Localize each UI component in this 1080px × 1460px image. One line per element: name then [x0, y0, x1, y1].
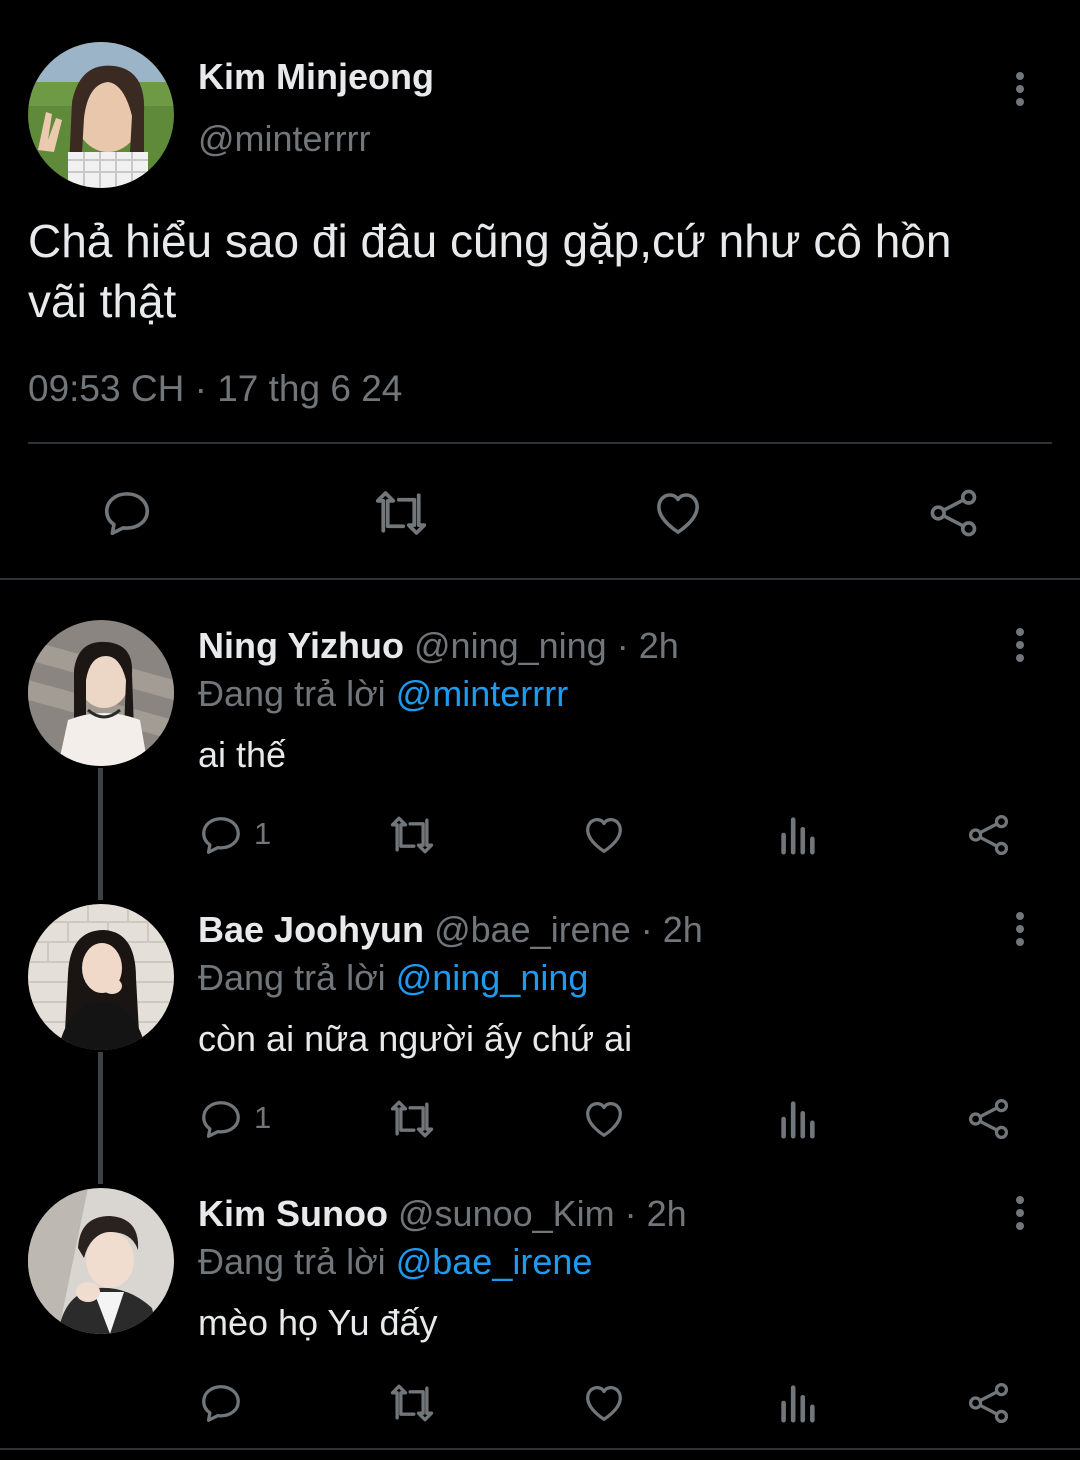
- retweet-icon[interactable]: [386, 812, 438, 858]
- heart-icon[interactable]: [580, 812, 628, 858]
- section-divider: [0, 578, 1080, 580]
- retweet-icon[interactable]: [370, 486, 432, 540]
- reply-count: 1: [254, 816, 272, 851]
- reply-author-handle[interactable]: @bae_irene: [434, 909, 631, 950]
- reply-author-handle[interactable]: @sunoo_Kim: [398, 1193, 615, 1234]
- thread-line: [98, 1052, 103, 1184]
- views-icon[interactable]: [776, 812, 818, 858]
- avatar[interactable]: [28, 1188, 174, 1334]
- reply-text: mèo họ Yu đấy: [198, 1302, 438, 1343]
- reply-author-handle[interactable]: @ning_ning: [414, 625, 607, 666]
- avatar[interactable]: [28, 620, 174, 766]
- reply-header: Kim Sunoo @sunoo_Kim · 2h: [198, 1193, 687, 1235]
- bottom-divider: [0, 1448, 1080, 1450]
- share-icon[interactable]: [966, 1096, 1012, 1142]
- share-icon[interactable]: [966, 812, 1012, 858]
- replying-to-label: Đang trả lời: [198, 957, 386, 998]
- tweet-date[interactable]: 17 thg 6 24: [217, 368, 402, 409]
- separator: ·: [194, 368, 207, 409]
- replying-to-handle[interactable]: @minterrrr: [396, 673, 569, 714]
- replying-to: Đang trả lời @ning_ning: [198, 957, 588, 999]
- divider: [28, 442, 1052, 444]
- reply-header: Bae Joohyun @bae_irene · 2h: [198, 909, 703, 951]
- share-icon[interactable]: [966, 1380, 1012, 1426]
- reply-age: · 2h: [624, 1193, 687, 1234]
- more-icon[interactable]: [1000, 620, 1040, 670]
- replying-to-handle[interactable]: @bae_irene: [396, 1241, 593, 1282]
- tweet-time[interactable]: 09:53 CH: [28, 368, 184, 409]
- replying-to: Đang trả lời @bae_irene: [198, 1241, 592, 1283]
- reply-author-name[interactable]: Bae Joohyun: [198, 909, 424, 950]
- replying-to-label: Đang trả lời: [198, 673, 386, 714]
- thread-line: [98, 768, 103, 900]
- replying-to-label: Đang trả lời: [198, 1241, 386, 1282]
- reply-icon[interactable]: [198, 1380, 244, 1426]
- views-icon[interactable]: [776, 1096, 818, 1142]
- heart-icon[interactable]: [580, 1096, 628, 1142]
- reply-icon[interactable]: [198, 1096, 244, 1142]
- tweet-text-line-2: vãi thật: [28, 275, 177, 327]
- reply-age: · 2h: [616, 625, 679, 666]
- views-icon[interactable]: [776, 1380, 818, 1426]
- author-name[interactable]: Kim Minjeong: [198, 56, 434, 98]
- avatar[interactable]: [28, 42, 174, 188]
- retweet-icon[interactable]: [386, 1380, 438, 1426]
- reply-icon[interactable]: [198, 812, 244, 858]
- reply-text: ai thế: [198, 734, 287, 775]
- reply-text: còn ai nữa người ấy chứ ai: [198, 1018, 633, 1059]
- share-icon[interactable]: [926, 486, 982, 540]
- reply-count: 1: [254, 1100, 272, 1135]
- more-icon[interactable]: [1000, 64, 1040, 114]
- reply-author-name[interactable]: Ning Yizhuo: [198, 625, 404, 666]
- replying-to-handle[interactable]: @ning_ning: [396, 957, 589, 998]
- reply-header: Ning Yizhuo @ning_ning · 2h: [198, 625, 679, 667]
- reply-age: · 2h: [640, 909, 703, 950]
- heart-icon[interactable]: [650, 486, 706, 540]
- author-handle[interactable]: @minterrrr: [198, 118, 371, 160]
- reply-icon[interactable]: [100, 486, 154, 540]
- reply-author-name[interactable]: Kim Sunoo: [198, 1193, 388, 1234]
- tweet-timestamp: 09:53 CH · 17 thg 6 24: [28, 368, 402, 410]
- avatar[interactable]: [28, 904, 174, 1050]
- tweet-text-line-1: Chả hiểu sao đi đâu cũng gặp,cứ như cô h…: [28, 215, 952, 267]
- heart-icon[interactable]: [580, 1380, 628, 1426]
- more-icon[interactable]: [1000, 1188, 1040, 1238]
- replying-to: Đang trả lời @minterrrr: [198, 673, 568, 715]
- retweet-icon[interactable]: [386, 1096, 438, 1142]
- more-icon[interactable]: [1000, 904, 1040, 954]
